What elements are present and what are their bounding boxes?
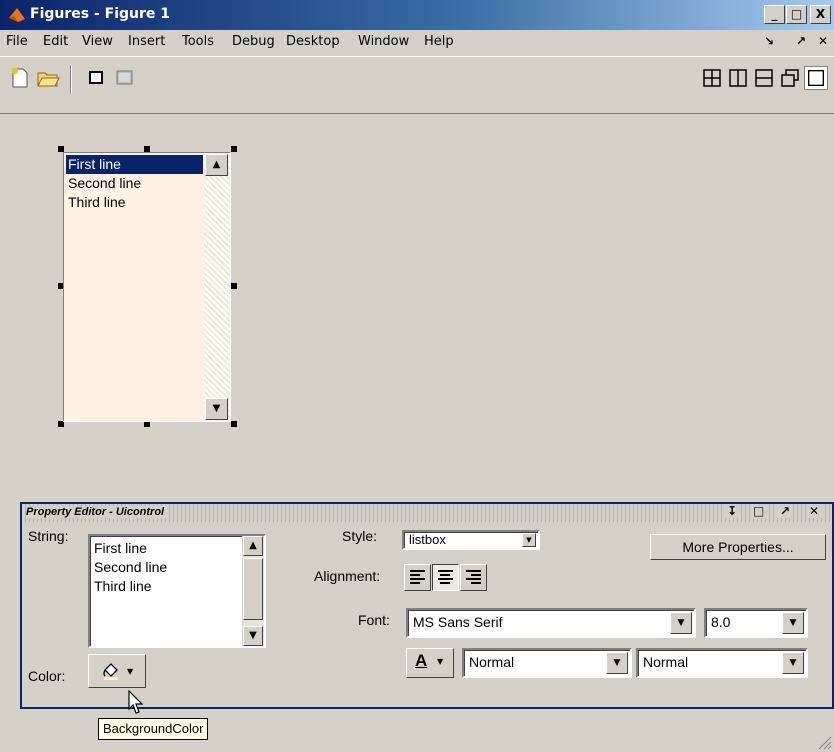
align-right-button[interactable]: [460, 564, 487, 591]
listbox-item[interactable]: First line: [66, 155, 203, 174]
more-properties-button[interactable]: More Properties...: [650, 534, 826, 560]
string-line: Third line: [94, 578, 152, 594]
font-label: Font:: [358, 612, 390, 628]
resize-grip-icon[interactable]: [816, 734, 832, 750]
chevron-down-icon: ▼: [437, 657, 444, 666]
chevron-down-icon[interactable]: ▼: [670, 612, 692, 634]
pe-maximize-button[interactable]: □: [750, 504, 768, 518]
chevron-down-icon[interactable]: ▼: [606, 652, 628, 674]
background-color-button[interactable]: ▼: [88, 654, 146, 688]
grid-2x2-icon[interactable]: [700, 66, 724, 90]
string-label: String:: [28, 528, 69, 544]
property-editor-title: Property Editor - Uicontrol: [26, 506, 169, 518]
font-name-value: MS Sans Serif: [413, 614, 503, 630]
font-weight-value: Normal: [469, 654, 515, 670]
selection-handle[interactable]: [231, 421, 237, 427]
maximize-button[interactable]: □: [786, 5, 807, 24]
rows-icon[interactable]: [752, 66, 776, 90]
font-color-button[interactable]: A ▼: [406, 648, 454, 678]
font-size-dropdown[interactable]: 8.0 ▼: [704, 608, 808, 638]
open-file-icon[interactable]: [36, 66, 60, 90]
string-editor[interactable]: First line Second line Third line ▲ ▼: [88, 534, 266, 648]
dock-figure-button[interactable]: ↘: [764, 34, 774, 48]
chevron-down-icon[interactable]: ▼: [782, 652, 804, 674]
maximize-icon[interactable]: [804, 66, 828, 90]
close-figure-button[interactable]: ✕: [818, 34, 828, 48]
scroll-up-icon[interactable]: ▲: [243, 536, 263, 556]
font-angle-dropdown[interactable]: Normal ▼: [636, 648, 808, 678]
menu-view[interactable]: View: [82, 34, 113, 49]
tooltip: BackgroundColor: [98, 718, 209, 740]
font-color-icon: A: [415, 651, 428, 670]
minimize-button[interactable]: _: [764, 5, 785, 24]
figure-listbox[interactable]: First line Second line Third line ▲ ▼: [63, 152, 231, 422]
align-left-icon: [410, 570, 425, 586]
string-scrollbar[interactable]: ▲ ▼: [242, 536, 264, 646]
pe-close-button[interactable]: ✕: [806, 504, 823, 518]
menu-help[interactable]: Help: [424, 34, 454, 49]
menu-tools[interactable]: Tools: [182, 34, 214, 49]
property-editor: Property Editor - Uicontrol ↧ □ ↗ ✕ Stri…: [20, 502, 834, 709]
pe-undock-button[interactable]: ↗: [777, 504, 794, 518]
mouse-cursor-icon: [128, 690, 144, 714]
menu-insert[interactable]: Insert: [128, 34, 165, 49]
chevron-down-icon[interactable]: ▼: [782, 612, 804, 634]
paint-bucket-icon: [103, 663, 118, 680]
alignment-label: Alignment:: [314, 568, 381, 584]
menu-edit[interactable]: Edit: [43, 34, 68, 49]
listbox-item[interactable]: Second line: [66, 174, 143, 193]
menu-bar: File Edit View Insert Tools Debug Deskto…: [0, 30, 834, 56]
toolbar: [0, 56, 834, 114]
toolbar-separator: [70, 65, 72, 93]
matlab-logo-icon: [9, 8, 25, 22]
scroll-down-icon[interactable]: ▼: [205, 398, 228, 420]
font-size-value: 8.0: [711, 614, 731, 630]
style-dropdown[interactable]: listbox ▼: [402, 530, 540, 550]
font-name-dropdown[interactable]: MS Sans Serif ▼: [406, 608, 696, 638]
align-center-button[interactable]: [432, 564, 459, 591]
style-value: listbox: [409, 532, 446, 547]
font-weight-dropdown[interactable]: Normal ▼: [462, 648, 632, 678]
selection-handle[interactable]: [231, 283, 237, 289]
style-label: Style:: [342, 528, 378, 544]
menu-window[interactable]: Window: [358, 34, 409, 49]
listbox-scrollbar[interactable]: ▲ ▼: [204, 153, 230, 421]
font-angle-value: Normal: [643, 654, 689, 670]
scroll-thumb[interactable]: [243, 558, 263, 620]
window-title: Figures - Figure 1: [30, 6, 171, 22]
menu-debug[interactable]: Debug: [232, 34, 275, 49]
scroll-down-icon[interactable]: ▼: [243, 626, 263, 646]
title-bar: Figures - Figure 1 _ □ X: [0, 0, 834, 30]
string-line: First line: [94, 540, 147, 556]
selection-handle[interactable]: [231, 146, 237, 152]
listbox-item[interactable]: Third line: [66, 193, 128, 212]
single-window-icon[interactable]: [84, 66, 108, 90]
chevron-down-icon[interactable]: ▼: [522, 533, 536, 547]
property-editor-header: Property Editor - Uicontrol ↧ □ ↗ ✕: [22, 504, 832, 522]
menu-desktop[interactable]: Desktop: [286, 34, 340, 49]
menu-file[interactable]: File: [6, 34, 28, 49]
undock-figure-button[interactable]: ↗: [796, 34, 806, 48]
align-right-icon: [466, 570, 481, 586]
string-line: Second line: [94, 559, 168, 575]
close-button[interactable]: X: [810, 5, 831, 24]
align-center-icon: [438, 570, 453, 586]
chevron-down-icon: ▼: [127, 667, 134, 676]
scroll-up-icon[interactable]: ▲: [205, 154, 228, 176]
color-label: Color:: [28, 668, 66, 684]
dock-window-icon[interactable]: [112, 66, 136, 90]
float-icon[interactable]: [778, 66, 802, 90]
new-figure-icon[interactable]: [8, 66, 32, 90]
columns-icon[interactable]: [726, 66, 750, 90]
pe-dock-button[interactable]: ↧: [724, 504, 741, 518]
align-left-button[interactable]: [404, 564, 431, 591]
